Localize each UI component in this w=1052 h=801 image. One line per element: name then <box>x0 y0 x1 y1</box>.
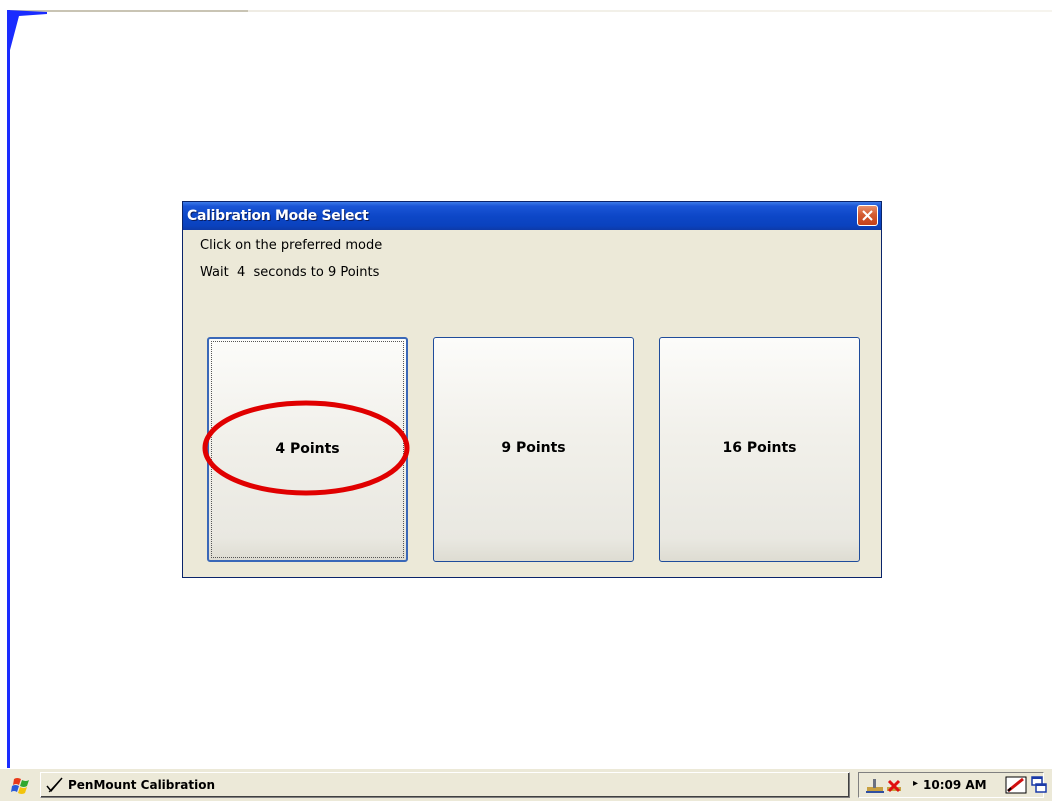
windows-flag-icon[interactable] <box>10 776 34 796</box>
pen-input-icon[interactable] <box>1005 774 1027 796</box>
close-icon <box>862 210 873 221</box>
calibration-edge-line <box>7 10 10 768</box>
mode-button-label: 4 Points <box>275 441 340 457</box>
calibration-corner-marker-icon <box>7 10 47 50</box>
network-icon[interactable] <box>865 777 909 795</box>
top-border-line <box>8 10 1052 12</box>
mode-button-4-points[interactable]: 4 Points <box>207 337 408 562</box>
clock[interactable]: 10:09 AM <box>923 778 987 792</box>
taskbar-button-label: PenMount Calibration <box>68 778 216 792</box>
close-button[interactable] <box>857 205 878 226</box>
desktop: Calibration Mode Select Click on the pre… <box>0 0 1052 801</box>
taskbar-button-penmount[interactable]: PenMount Calibration <box>40 772 850 798</box>
dialog-title: Calibration Mode Select <box>187 208 369 224</box>
tray-expand-arrow[interactable]: ▸ <box>913 778 918 789</box>
mode-button-9-points[interactable]: 9 Points <box>433 337 634 562</box>
instruction-text: Click on the preferred mode <box>200 238 383 253</box>
mode-button-label: 16 Points <box>722 440 797 456</box>
pen-check-icon <box>46 777 63 793</box>
taskbar: PenMount Calibration ▸ 10:09 AM <box>0 768 1052 801</box>
calibration-mode-dialog: Calibration Mode Select Click on the pre… <box>182 201 882 578</box>
countdown-text: Wait 4 seconds to 9 Points <box>200 265 380 280</box>
mode-button-16-points[interactable]: 16 Points <box>659 337 860 562</box>
mode-button-label: 9 Points <box>501 440 566 456</box>
dialog-titlebar[interactable]: Calibration Mode Select <box>183 202 881 230</box>
show-desktop-icon[interactable] <box>1030 775 1048 795</box>
